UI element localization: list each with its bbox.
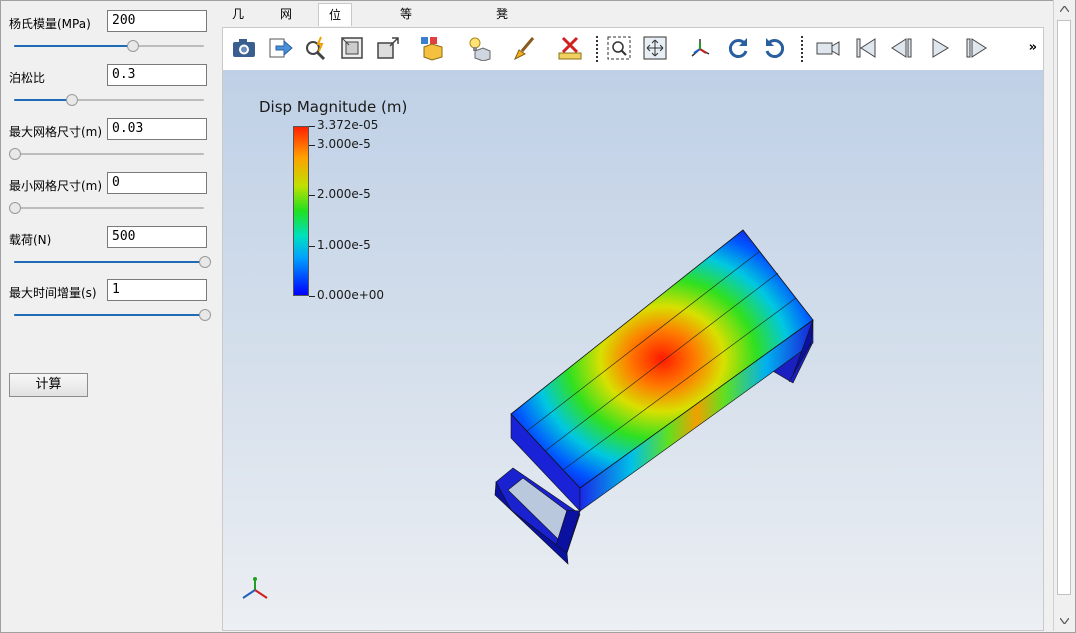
toolbar-separator — [801, 36, 804, 62]
slider-fill — [14, 99, 71, 101]
axis-orient-icon[interactable] — [686, 33, 716, 63]
param-label-load: 载荷(N) — [9, 233, 52, 247]
play-icon[interactable] — [925, 33, 955, 63]
param-label-poisson-ratio: 泊松比 — [9, 71, 46, 85]
ruler-delete-icon[interactable] — [555, 33, 585, 63]
first-frame-icon[interactable] — [851, 33, 881, 63]
param-label-max-mesh-size: 最大网格尺寸(m) — [9, 125, 103, 139]
load-input[interactable]: 500 — [107, 226, 207, 248]
scroll-up-icon[interactable] — [1054, 0, 1074, 18]
max-time-increment-slider[interactable] — [14, 309, 211, 321]
poisson-ratio-slider[interactable] — [14, 94, 204, 106]
box-fit-icon[interactable] — [337, 33, 367, 63]
paint-brush-icon[interactable] — [509, 33, 539, 63]
slider-handle[interactable] — [199, 309, 211, 321]
slider-fill — [14, 261, 204, 263]
min-mesh-size-input[interactable]: 0 — [107, 172, 207, 194]
slider-handle[interactable] — [9, 148, 21, 160]
poisson-ratio-input[interactable]: 0.3 — [107, 64, 207, 86]
load-slider[interactable] — [14, 256, 211, 268]
orientation-axes-icon — [242, 577, 268, 599]
toolbar-separator — [596, 36, 599, 62]
video-camera-icon[interactable] — [813, 33, 843, 63]
light-bulb-icon[interactable] — [463, 33, 493, 63]
vertical-scrollbar[interactable] — [1053, 0, 1075, 631]
toolbar-overflow-button[interactable]: » — [1029, 40, 1037, 55]
stool-model — [494, 229, 814, 565]
slider-fill — [14, 45, 132, 47]
slider-handle[interactable] — [199, 256, 211, 268]
camera-icon[interactable] — [229, 33, 259, 63]
slider-handle[interactable] — [66, 94, 78, 106]
3d-viewport[interactable]: Disp Magnitude (m) 3.372e-05 3.000e-5 2.00… — [223, 70, 1043, 630]
slider-handle[interactable] — [126, 40, 139, 52]
max-mesh-size-input[interactable]: 0.03 — [107, 118, 207, 140]
slider-fill — [14, 314, 204, 316]
scroll-thumb[interactable] — [1057, 20, 1071, 595]
scroll-down-icon[interactable] — [1054, 612, 1074, 630]
tab-geometry[interactable]: 几何 — [222, 3, 254, 44]
calculate-button[interactable]: 计算 — [9, 373, 88, 397]
zoom-region-icon[interactable] — [604, 33, 634, 63]
rotate-cw-icon[interactable] — [723, 33, 753, 63]
step-back-icon[interactable] — [887, 33, 917, 63]
max-mesh-size-slider[interactable] — [9, 148, 204, 160]
slider-groove — [14, 153, 204, 155]
box-expand-icon[interactable] — [373, 33, 403, 63]
youngs-modulus-input[interactable]: 200 — [107, 10, 207, 32]
slider-handle[interactable] — [9, 202, 21, 214]
export-arrow-icon[interactable] — [265, 33, 295, 63]
pan-view-icon[interactable] — [640, 33, 670, 63]
selection-box-icon[interactable] — [417, 33, 447, 63]
tab-stool-leg-stress-contour[interactable]: 凳腿应力云图 — [486, 3, 518, 136]
max-time-increment-input[interactable]: 1 — [107, 279, 207, 301]
tab-mesh[interactable]: 网格 — [270, 3, 302, 44]
param-label-youngs-modulus: 杨氏模量(MPa) — [9, 17, 91, 31]
magnify-spark-icon[interactable] — [301, 33, 331, 63]
parameter-panel: 杨氏模量(MPa) 200 泊松比 0.3 最大网格尺寸(m) 0.03 最小网… — [0, 0, 218, 633]
view-toolbar: » — [223, 28, 1043, 71]
tab-equivalent-stress-contour[interactable]: 等效应力云图 — [390, 3, 422, 136]
param-label-max-time-increment: 最大时间增量(s) — [9, 286, 97, 300]
render-panel: » Disp Magnitude (m) 3.372e-05 3.000e-5 2.… — [222, 27, 1044, 631]
rotate-ccw-icon[interactable] — [760, 33, 790, 63]
param-label-min-mesh-size: 最小网格尺寸(m) — [9, 179, 103, 193]
tab-displacement-contour[interactable]: 位移云图 — [318, 3, 353, 91]
min-mesh-size-slider[interactable] — [9, 202, 204, 214]
slider-groove — [14, 207, 204, 209]
step-forward-icon[interactable] — [961, 33, 991, 63]
youngs-modulus-slider[interactable] — [14, 40, 204, 52]
